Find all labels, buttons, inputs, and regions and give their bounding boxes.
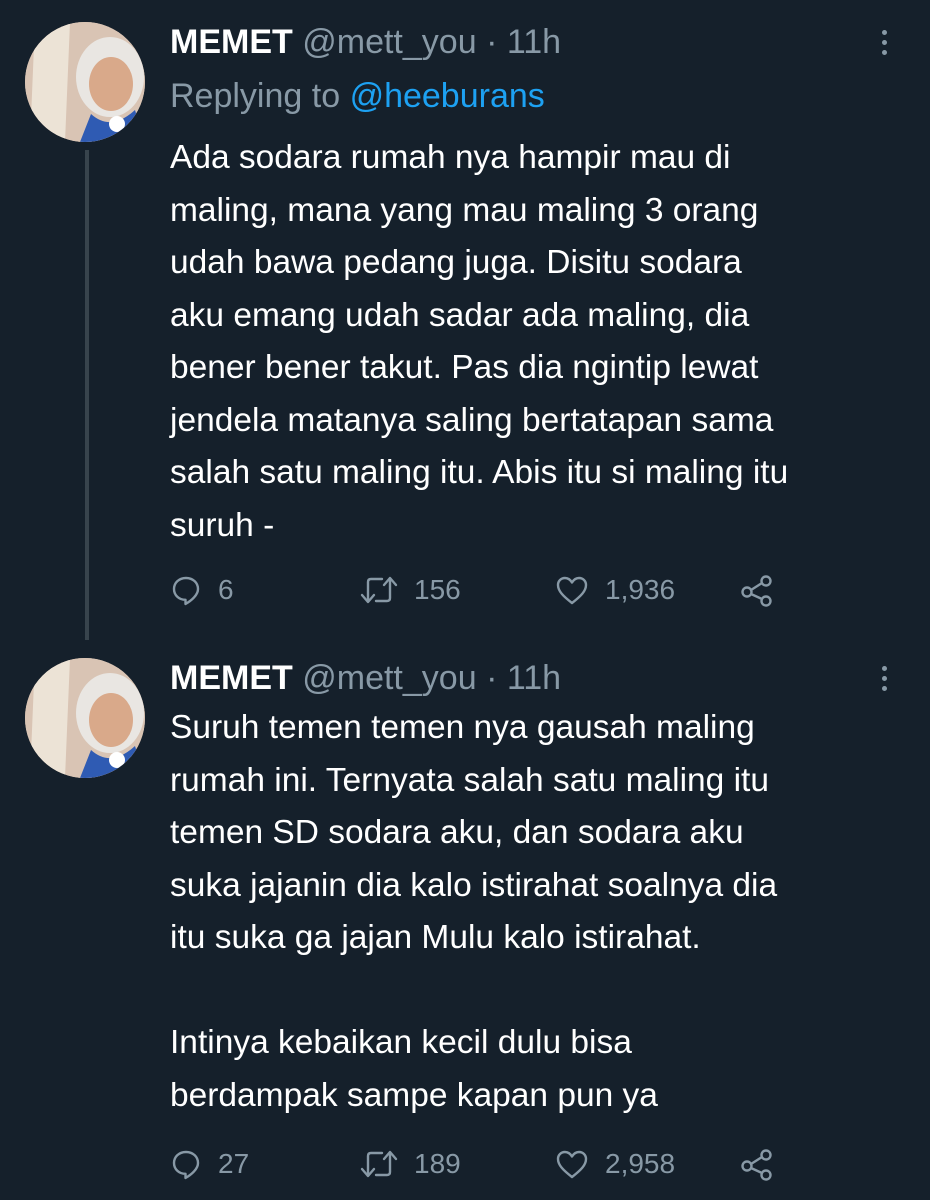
separator-dot: · xyxy=(486,659,498,697)
retweet-button[interactable]: 156 xyxy=(360,570,461,610)
user-handle[interactable]: @mett_you xyxy=(302,659,476,697)
reply-button[interactable]: 6 xyxy=(170,570,234,610)
user-handle[interactable]: @mett_you xyxy=(302,23,476,61)
reply-button[interactable]: 27 xyxy=(170,1144,249,1184)
avatar-image xyxy=(25,658,145,778)
separator-dot: · xyxy=(486,23,498,61)
avatar[interactable] xyxy=(25,22,145,142)
avatar-image xyxy=(25,22,145,142)
replying-to: Replying to @heeburans xyxy=(170,76,545,116)
retweet-icon xyxy=(360,576,398,604)
like-button[interactable]: 1,936 xyxy=(555,570,675,610)
share-button[interactable] xyxy=(740,1144,774,1184)
tweet-1[interactable]: MEMET @mett_you · 11h Replying to @heebu… xyxy=(0,0,930,640)
tweet-2[interactable]: MEMET @mett_you · 11h Suruh temen temen … xyxy=(0,640,930,1200)
share-button[interactable] xyxy=(740,570,774,610)
retweet-count: 156 xyxy=(414,574,461,605)
display-name[interactable]: MEMET xyxy=(170,659,293,697)
like-button[interactable]: 2,958 xyxy=(555,1144,675,1184)
like-count: 2,958 xyxy=(605,1148,676,1179)
more-vertical-icon[interactable] xyxy=(876,22,892,62)
retweet-icon xyxy=(360,1150,398,1178)
avatar[interactable] xyxy=(25,658,145,778)
retweet-button[interactable]: 189 xyxy=(360,1144,461,1184)
reply-icon xyxy=(172,1150,200,1180)
tweet-header: MEMET @mett_you · 11h xyxy=(170,658,561,698)
replying-mention-link[interactable]: @heeburans xyxy=(350,77,545,115)
display-name[interactable]: MEMET xyxy=(170,23,293,61)
reply-icon xyxy=(172,576,200,606)
like-icon xyxy=(556,576,588,605)
share-icon xyxy=(741,575,772,607)
reply-count: 6 xyxy=(218,574,234,605)
retweet-count: 189 xyxy=(414,1148,461,1179)
timestamp[interactable]: 11h xyxy=(507,23,561,61)
reply-count: 27 xyxy=(218,1148,250,1179)
tweet-header: MEMET @mett_you · 11h xyxy=(170,22,561,62)
replying-prefix: Replying to xyxy=(170,77,341,115)
tweet-actions: 27 189 2,958 xyxy=(170,1144,790,1184)
timestamp[interactable]: 11h xyxy=(507,659,561,697)
like-count: 1,936 xyxy=(605,574,676,605)
tweet-text: Ada sodara rumah nya hampir mau di malin… xyxy=(170,139,789,544)
tweet-actions: 6 156 1,936 xyxy=(170,570,790,610)
share-icon xyxy=(741,1149,772,1181)
more-vertical-icon[interactable] xyxy=(876,658,892,698)
like-icon xyxy=(556,1150,588,1179)
tweet-text: Suruh temen temen nya gausah maling ruma… xyxy=(170,709,778,1114)
